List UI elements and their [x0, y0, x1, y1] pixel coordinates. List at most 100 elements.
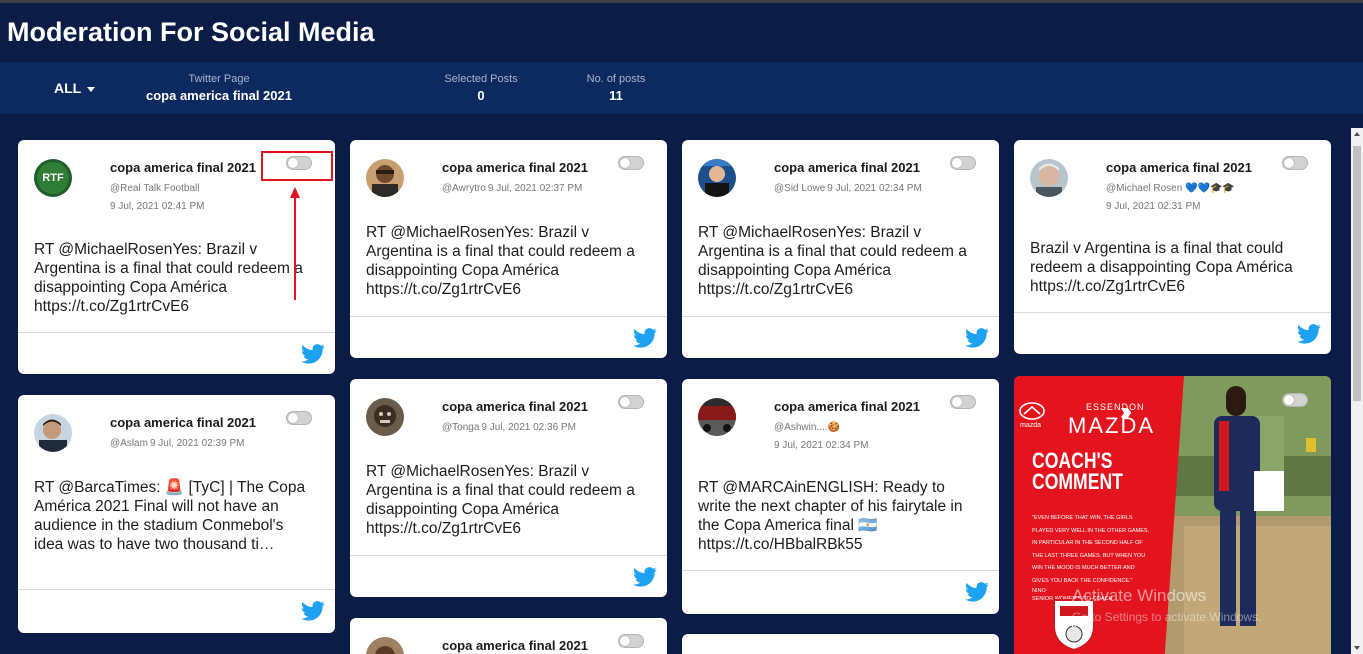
avatar [366, 637, 404, 654]
divider [18, 332, 335, 333]
post-date: 9 Jul, 2021 02:36 PM [481, 422, 576, 433]
divider [350, 555, 667, 556]
twitter-icon[interactable] [301, 344, 325, 364]
twitter-icon[interactable] [301, 601, 325, 621]
stat-label: Twitter Page [188, 73, 250, 85]
media-brand-big: MAZDA [1068, 413, 1155, 438]
post-handle: @Michael Rosen 💙💙🎓🎓 [1106, 183, 1235, 194]
post-date: 9 Jul, 2021 02:39 PM [149, 438, 245, 449]
post-card: copa america final 2021 @Ashwin....🍪 9 J… [682, 379, 999, 614]
scroll-up-icon[interactable] [1354, 132, 1360, 136]
post-title: copa america final 2021 [110, 160, 256, 175]
avatar [366, 159, 404, 197]
post-date: 9 Jul, 2021 02:31 PM [1106, 201, 1201, 212]
avatar [698, 398, 736, 436]
scrollbar-thumb[interactable] [1353, 146, 1361, 401]
post-handle-date: @Tonga 9 Jul, 2021 02:36 PM [442, 422, 576, 433]
twitter-icon[interactable] [965, 582, 989, 602]
media-headline-2: COMMENT [1032, 469, 1123, 494]
filter-dropdown[interactable]: ALL [54, 80, 96, 96]
annotation-arrow-icon [290, 187, 300, 302]
post-card: copa america final 2021 @Sid Lowe 9 Jul, … [682, 140, 999, 358]
avatar: RTF [34, 159, 72, 197]
post-handle: @Aslam [110, 438, 148, 449]
post-text: RT @MARCAinENGLISH: Ready to write the n… [698, 479, 963, 553]
select-toggle[interactable] [950, 395, 976, 409]
post-handle: @Real Talk Football [110, 183, 200, 194]
post-text: Brazil v Argentina is a final that could… [1030, 240, 1293, 295]
post-text: RT @MichaelRosenYes: Brazil v Argentina … [698, 224, 967, 298]
activate-windows-subtitle: Go to Settings to activate Windows. [1072, 610, 1262, 624]
divider [18, 589, 335, 590]
post-handle: @Sid Lowe [774, 183, 826, 194]
divider [1014, 312, 1331, 313]
stat-value: copa america final 2021 [146, 88, 292, 103]
divider [350, 316, 667, 317]
post-card [682, 634, 999, 654]
stats-bar: ALL Twitter Page copa america final 2021… [0, 62, 1363, 114]
post-handle-date: @Aslam 9 Jul, 2021 02:39 PM [110, 438, 244, 449]
caret-down-icon [87, 86, 96, 92]
select-toggle[interactable] [950, 156, 976, 170]
stat-twitter-page: Twitter Page copa america final 2021 [144, 73, 294, 103]
stat-num-posts: No. of posts 11 [580, 73, 652, 103]
select-toggle[interactable] [286, 411, 312, 425]
twitter-icon[interactable] [965, 328, 989, 348]
avatar [34, 414, 72, 452]
post-handle: @Ashwin....🍪 [774, 422, 840, 433]
stat-label: Selected Posts [444, 73, 518, 85]
scrollbar[interactable] [1351, 128, 1363, 654]
stat-selected-posts: Selected Posts 0 [440, 73, 522, 103]
app-title: Moderation For Social Media [7, 17, 375, 47]
post-text: RT @MichaelRosenYes: Brazil v Argentina … [34, 241, 303, 315]
post-handle: @Awrytro [442, 183, 486, 194]
quote-line: THE LAST THREE GAMES. BUT WHEN YOU [1032, 552, 1146, 559]
activate-windows-title: Activate Windows [1072, 586, 1207, 605]
post-date: 9 Jul, 2021 02:41 PM [110, 201, 205, 212]
stat-value: 11 [609, 88, 623, 103]
stat-label: No. of posts [586, 73, 646, 85]
post-title: copa america final 2021 [110, 415, 256, 430]
post-title: copa america final 2021 [1106, 160, 1252, 175]
mazda-mark-text: mazda [1020, 422, 1042, 429]
twitter-icon[interactable] [633, 328, 657, 348]
select-toggle[interactable] [1282, 393, 1308, 407]
filter-label: ALL [54, 80, 82, 96]
post-card: copa america final 2021 @Awrytro 9 Jul, 2… [350, 140, 667, 358]
post-card: copa america final 2021 @Tonga 9 Jul, 202… [350, 379, 667, 597]
avatar [366, 398, 404, 436]
chevron-arrows-icon: ››› [1120, 398, 1132, 425]
post-handle-date: @Awrytro 9 Jul, 2021 02:37 PM [442, 183, 582, 194]
quote-line: "EVEN BEFORE THAT WIN, THE GIRLS [1032, 515, 1133, 521]
select-toggle[interactable] [1282, 156, 1308, 170]
select-toggle[interactable] [618, 156, 644, 170]
twitter-icon[interactable] [633, 567, 657, 587]
post-card: copa america final 2021 @Michael Rosen 💙… [1014, 140, 1331, 354]
post-card: copa america final 2021 [350, 618, 667, 654]
twitter-icon[interactable] [1297, 324, 1321, 344]
quote-line: IN PARTICULAR IN THE SECOND HALF OF [1032, 540, 1143, 546]
divider [682, 570, 999, 571]
media-brand-small: ESSENDON [1086, 402, 1145, 412]
app-header: Moderation For Social Media [0, 3, 1363, 62]
scroll-down-icon[interactable] [1354, 646, 1360, 650]
post-date: 9 Jul, 2021 02:37 PM [487, 183, 583, 194]
quote-line: PLAYED VERY WELL IN THE OTHER GAMES, [1032, 527, 1150, 534]
post-title: copa america final 2021 [442, 638, 588, 653]
post-title: copa america final 2021 [774, 160, 920, 175]
mazda-logo-icon [1018, 402, 1046, 420]
post-text: RT @MichaelRosenYes: Brazil v Argentina … [366, 224, 635, 298]
avatar [1030, 159, 1068, 197]
svg-text:RTF: RTF [42, 172, 64, 184]
post-text: RT @MichaelRosenYes: Brazil v Argentina … [366, 463, 635, 537]
post-date: 9 Jul, 2021 02:34 PM [827, 183, 922, 194]
select-toggle[interactable] [618, 634, 644, 648]
post-text: RT @BarcaTimes: 🚨 [TyC] | The Copa Améri… [34, 479, 306, 553]
select-toggle[interactable] [618, 395, 644, 409]
avatar [698, 159, 736, 197]
stat-value: 0 [477, 88, 485, 103]
quote-line: WIN THE MOOD IS MUCH BETTER AND [1032, 565, 1135, 571]
post-title: copa america final 2021 [442, 160, 588, 175]
post-title: copa america final 2021 [774, 399, 920, 414]
post-handle-date: @Sid Lowe 9 Jul, 2021 02:34 PM [774, 183, 922, 194]
